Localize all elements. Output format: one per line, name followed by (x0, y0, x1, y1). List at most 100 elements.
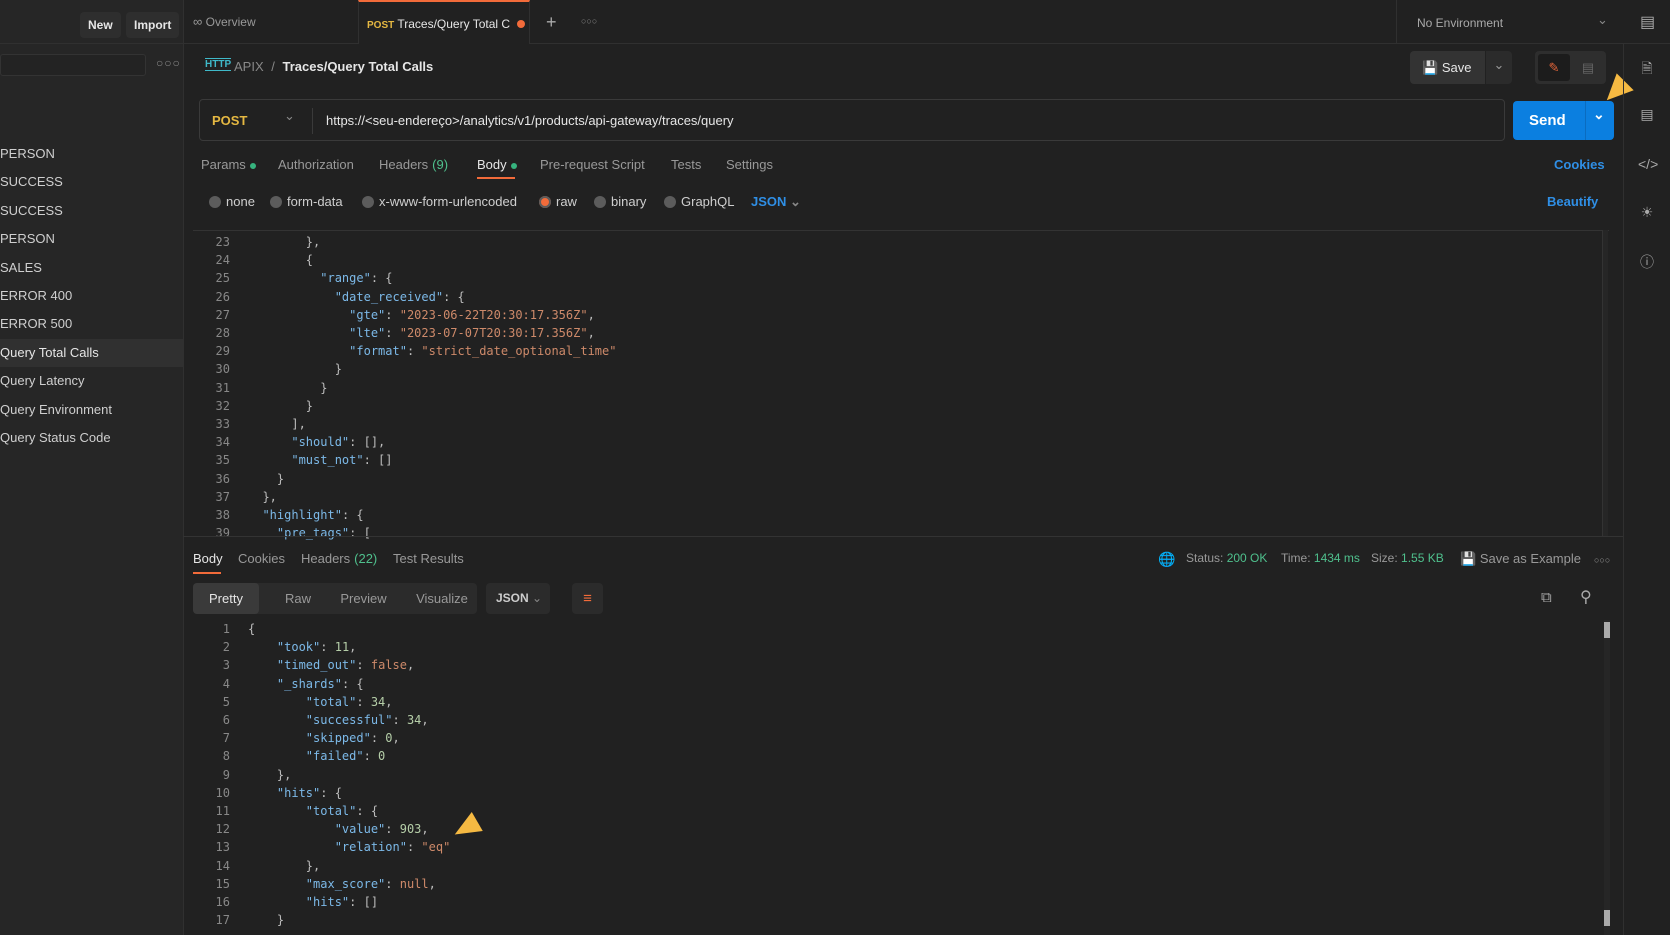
code-punct: : [] (349, 895, 379, 909)
method-chevron-icon[interactable]: ⌄ (284, 108, 295, 124)
mode-toggle: ✎ ▤ (1535, 51, 1606, 84)
tab-label: Params (201, 157, 246, 172)
new-button[interactable]: New (80, 12, 121, 38)
documentation-icon[interactable]: 🗎 (1638, 58, 1656, 76)
radio-none[interactable]: none (209, 194, 255, 209)
code-punct: , (385, 694, 393, 709)
comments-icon[interactable]: ▤ (1573, 54, 1603, 81)
response-more-icon[interactable]: ○○○ (1594, 555, 1610, 565)
copy-icon[interactable]: ⧉ (1541, 589, 1552, 606)
sidebar-item[interactable]: PERSON (0, 140, 184, 168)
environment-quick-look-icon[interactable]: ▤ (1640, 12, 1655, 32)
sidebar-more-icon[interactable]: ○○○ (156, 56, 181, 70)
tabs-more-icon[interactable]: ○○○ (581, 16, 597, 26)
unsaved-dot-icon (517, 20, 526, 28)
sidebar-filter-input[interactable] (0, 54, 146, 76)
response-body-viewer[interactable]: 1{2 "took": 11, 3 "timed_out": false, 4 "_… (193, 620, 1609, 935)
json-value: "eq" (421, 840, 451, 855)
code-snippet-icon[interactable]: </> (1638, 156, 1658, 174)
view-tab-pretty[interactable]: Pretty (193, 583, 259, 614)
tab-settings[interactable]: Settings (726, 157, 773, 172)
json-key: "gte" (349, 307, 386, 322)
response-tab-body[interactable]: Body (193, 551, 223, 566)
sidebar-item[interactable]: ERROR 500 (0, 310, 184, 338)
code-line: 25 "range": { (193, 269, 393, 287)
sidebar-item[interactable]: SALES (0, 254, 184, 282)
method-select[interactable]: POST (212, 113, 247, 128)
tab-body[interactable]: Body (477, 157, 517, 172)
sidebar-item[interactable]: Query Total Calls (0, 338, 184, 367)
tab-authorization[interactable]: Authorization (278, 157, 354, 172)
url-input[interactable]: https://<seu-endereço>/analytics/v1/prod… (326, 113, 734, 128)
beautify-button[interactable]: Beautify (1547, 194, 1598, 209)
edit-pencil-icon[interactable]: ✎ (1538, 54, 1570, 81)
tab-pre-request-script[interactable]: Pre-request Script (540, 157, 645, 172)
search-icon[interactable]: ⚲ (1580, 587, 1592, 607)
tab-label: Cookies (238, 551, 285, 566)
response-tab-headers[interactable]: Headers (22) (301, 551, 377, 566)
radio-icon (209, 196, 221, 208)
save-button[interactable]: 💾 Save (1410, 51, 1485, 84)
line-number: 32 (215, 398, 230, 413)
sidebar-item[interactable]: SUCCESS (0, 197, 184, 225)
view-tab-preview[interactable]: Preview (326, 583, 401, 614)
radio-x-www-form-urlencoded[interactable]: x-www-form-urlencoded (362, 194, 517, 209)
code-line: 8 "failed": 0 (193, 747, 386, 765)
radio-GraphQL[interactable]: GraphQL (664, 194, 734, 209)
sidebar-item[interactable]: PERSON (0, 225, 184, 253)
send-options-chevron[interactable]: ⌄ (1593, 106, 1605, 123)
radio-raw[interactable]: raw (539, 194, 577, 209)
code-punct: : [], (349, 435, 386, 450)
tab-headers[interactable]: Headers (9) (379, 157, 448, 172)
radio-icon (539, 196, 551, 208)
cookies-link[interactable]: Cookies (1554, 157, 1605, 172)
wrap-lines-icon[interactable]: ≡ (572, 583, 603, 614)
sidebar-item[interactable]: ERROR 400 (0, 282, 184, 310)
sidebar-item[interactable]: Query Status Code (0, 424, 184, 452)
view-tab-raw[interactable]: Raw (273, 583, 323, 614)
code-line: 4 "_shards": { (193, 675, 364, 693)
tab-overview[interactable]: ∞ Overview (193, 0, 358, 44)
comments-icon[interactable]: ▤ (1638, 106, 1656, 124)
status-dot-icon (249, 162, 256, 169)
request-editor-scrollbar[interactable] (1602, 230, 1608, 536)
response-tab-test-results[interactable]: Test Results (393, 551, 464, 566)
send-button[interactable]: Send ⌄ (1513, 101, 1614, 140)
colon: : (406, 840, 422, 855)
sidebar-item[interactable]: Query Latency (0, 367, 184, 395)
request-body-editor[interactable]: 23 }, 24 {25 "range": {26 "date_received"… (193, 230, 1609, 540)
body-format-select[interactable]: JSON ⌄ (751, 194, 801, 210)
tab-active-request[interactable]: POST Traces/Query Total C (358, 0, 530, 44)
tab-tests[interactable]: Tests (671, 157, 701, 172)
radio-binary[interactable]: binary (594, 194, 646, 209)
save-as-example-button[interactable]: 💾 Save as Example (1460, 551, 1581, 567)
tab-params[interactable]: Params (201, 157, 256, 172)
import-button[interactable]: Import (126, 12, 180, 38)
breadcrumb-collection[interactable]: APIX (234, 59, 264, 74)
radio-form-data[interactable]: form-data (270, 194, 343, 209)
response-tab-cookies[interactable]: Cookies (238, 551, 285, 566)
code-line: 34 "should": [], (193, 433, 386, 451)
info-icon[interactable]: ⓘ (1638, 252, 1656, 270)
view-tab-visualize[interactable]: Visualize (407, 583, 477, 614)
breadcrumb: APIX / Traces/Query Total Calls (234, 59, 434, 74)
new-tab-plus-icon[interactable]: + (546, 12, 557, 33)
pane-divider[interactable] (183, 536, 1623, 537)
active-tab-underline (477, 177, 515, 179)
sidebar-item[interactable]: Query Environment (0, 396, 184, 424)
environment-select[interactable]: No Environment ⌄ (1396, 0, 1623, 44)
lightbulb-icon[interactable]: ☀ (1638, 204, 1656, 222)
code-line: 33 ], (193, 415, 306, 433)
response-scrollbar[interactable] (1604, 620, 1610, 935)
response-format-select[interactable]: JSON ⌄ (486, 583, 550, 614)
network-globe-icon[interactable]: 🌐 (1158, 551, 1175, 568)
line-number: 39 (215, 526, 230, 541)
line-number: 37 (215, 489, 230, 504)
code-punct: } (276, 913, 285, 928)
sidebar-item[interactable]: SUCCESS (0, 168, 184, 196)
save-options-chevron[interactable]: ⌄ (1486, 51, 1512, 84)
